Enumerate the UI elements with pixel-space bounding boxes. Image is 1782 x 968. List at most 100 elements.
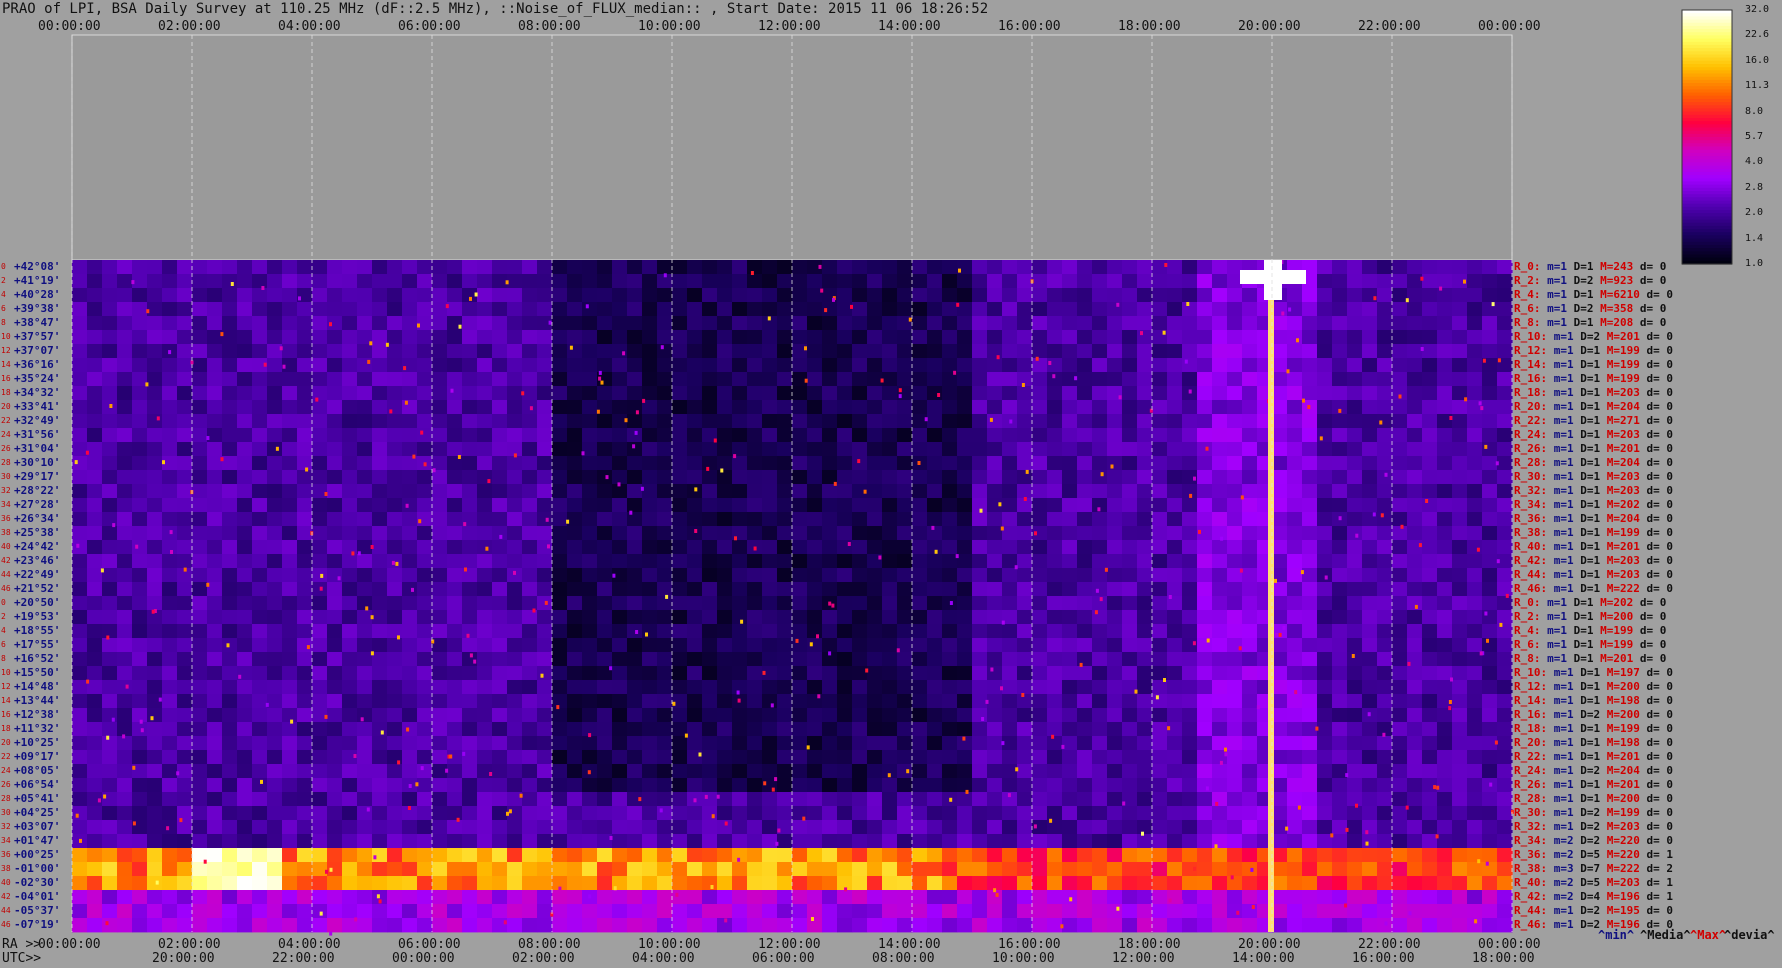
heatmap-cell bbox=[1482, 568, 1498, 583]
heatmap-cell bbox=[327, 302, 343, 317]
heatmap-cell bbox=[1332, 330, 1348, 345]
heatmap-cell bbox=[837, 680, 853, 695]
heatmap-cell bbox=[822, 610, 838, 625]
heatmap-cell bbox=[1317, 568, 1333, 583]
noise-spark bbox=[370, 615, 374, 620]
heatmap-cell bbox=[882, 792, 898, 807]
heatmap-cell bbox=[192, 582, 208, 597]
heatmap-cell bbox=[252, 862, 268, 877]
heatmap-cell bbox=[357, 848, 373, 863]
heatmap-cell bbox=[297, 554, 313, 569]
heatmap-cell bbox=[852, 778, 868, 793]
heatmap-cell bbox=[672, 554, 688, 569]
heatmap-cell bbox=[207, 498, 223, 513]
heatmap-cell bbox=[1272, 890, 1288, 905]
heatmap-cell bbox=[1242, 456, 1258, 471]
noise-spark bbox=[337, 576, 341, 581]
heatmap-cell bbox=[267, 764, 283, 779]
heatmap-cell bbox=[387, 652, 403, 667]
heatmap-cell bbox=[192, 260, 208, 275]
heatmap-cell bbox=[1377, 834, 1393, 849]
heatmap-cell bbox=[792, 736, 808, 751]
noise-spark bbox=[672, 701, 676, 706]
noise-spark bbox=[158, 697, 162, 702]
heatmap-cell bbox=[897, 484, 913, 499]
heatmap-cell bbox=[642, 554, 658, 569]
heatmap-cell bbox=[672, 330, 688, 345]
heatmap-cell bbox=[1107, 330, 1123, 345]
heatmap-cell bbox=[1272, 330, 1288, 345]
heatmap-cell bbox=[687, 358, 703, 373]
heatmap-cell bbox=[1452, 918, 1468, 933]
heatmap-cell bbox=[747, 288, 763, 303]
heatmap-cell bbox=[1197, 442, 1213, 457]
heatmap-cell bbox=[1407, 708, 1423, 723]
heatmap-cell bbox=[1197, 512, 1213, 527]
heatmap-cell bbox=[1497, 666, 1513, 681]
heatmap-cell bbox=[87, 708, 103, 723]
heatmap-cell bbox=[837, 442, 853, 457]
heatmap-cell bbox=[1422, 358, 1438, 373]
heatmap-cell bbox=[837, 820, 853, 835]
noise-spark bbox=[183, 567, 187, 572]
heatmap-cell bbox=[117, 288, 133, 303]
heatmap-cell bbox=[1137, 722, 1153, 737]
noise-spark bbox=[395, 561, 399, 566]
heatmap-cell bbox=[627, 862, 643, 877]
heatmap-cell bbox=[702, 456, 718, 471]
heatmap-cell bbox=[1452, 652, 1468, 667]
heatmap-cell bbox=[387, 610, 403, 625]
heatmap-cell bbox=[417, 484, 433, 499]
noise-spark bbox=[103, 794, 107, 799]
heatmap-cell bbox=[1407, 372, 1423, 387]
heatmap-cell bbox=[552, 568, 568, 583]
heatmap-cell bbox=[777, 386, 793, 401]
heatmap-cell bbox=[1062, 876, 1078, 891]
heatmap-cell bbox=[1197, 386, 1213, 401]
noise-spark bbox=[168, 350, 172, 355]
heatmap-cell bbox=[327, 372, 343, 387]
heatmap-cell bbox=[1347, 484, 1363, 499]
heatmap-cell bbox=[432, 358, 448, 373]
noise-spark bbox=[548, 320, 552, 325]
heatmap-cell bbox=[612, 610, 628, 625]
heatmap-cell bbox=[972, 820, 988, 835]
heatmap-cell bbox=[717, 414, 733, 429]
heatmap-cell bbox=[1332, 820, 1348, 835]
heatmap-cell bbox=[1107, 918, 1123, 933]
heatmap-cell bbox=[657, 820, 673, 835]
heatmap-cell bbox=[342, 568, 358, 583]
heatmap-cell bbox=[387, 498, 403, 513]
heatmap-cell bbox=[477, 554, 493, 569]
heatmap-cell bbox=[462, 778, 478, 793]
heatmap-cell bbox=[1002, 820, 1018, 835]
heatmap-cell bbox=[462, 918, 478, 933]
heatmap-cell bbox=[1002, 904, 1018, 919]
heatmap-cell bbox=[672, 568, 688, 583]
noise-spark bbox=[367, 359, 371, 364]
heatmap-cell bbox=[1407, 610, 1423, 625]
heatmap-cell bbox=[777, 652, 793, 667]
noise-spark bbox=[1436, 785, 1440, 790]
noise-spark bbox=[965, 789, 969, 794]
heatmap-cell bbox=[1032, 302, 1048, 317]
heatmap-cell bbox=[1092, 470, 1108, 485]
heatmap-cell bbox=[1107, 806, 1123, 821]
heatmap-cell bbox=[912, 596, 928, 611]
heatmap-cell bbox=[417, 274, 433, 289]
heatmap-cell bbox=[867, 750, 883, 765]
noise-spark bbox=[996, 355, 1000, 360]
heatmap-cell bbox=[792, 778, 808, 793]
heatmap-cell bbox=[1362, 820, 1378, 835]
heatmap-cell bbox=[462, 442, 478, 457]
heatmap-cell bbox=[387, 386, 403, 401]
heatmap-cell bbox=[837, 596, 853, 611]
heatmap-cell bbox=[1287, 736, 1303, 751]
heatmap-cell bbox=[282, 498, 298, 513]
heatmap-cell bbox=[717, 806, 733, 821]
heatmap-cell bbox=[207, 512, 223, 527]
heatmap-cell bbox=[1497, 540, 1513, 555]
heatmap-cell bbox=[1122, 694, 1138, 709]
heatmap-cell bbox=[867, 792, 883, 807]
heatmap-cell bbox=[1332, 498, 1348, 513]
